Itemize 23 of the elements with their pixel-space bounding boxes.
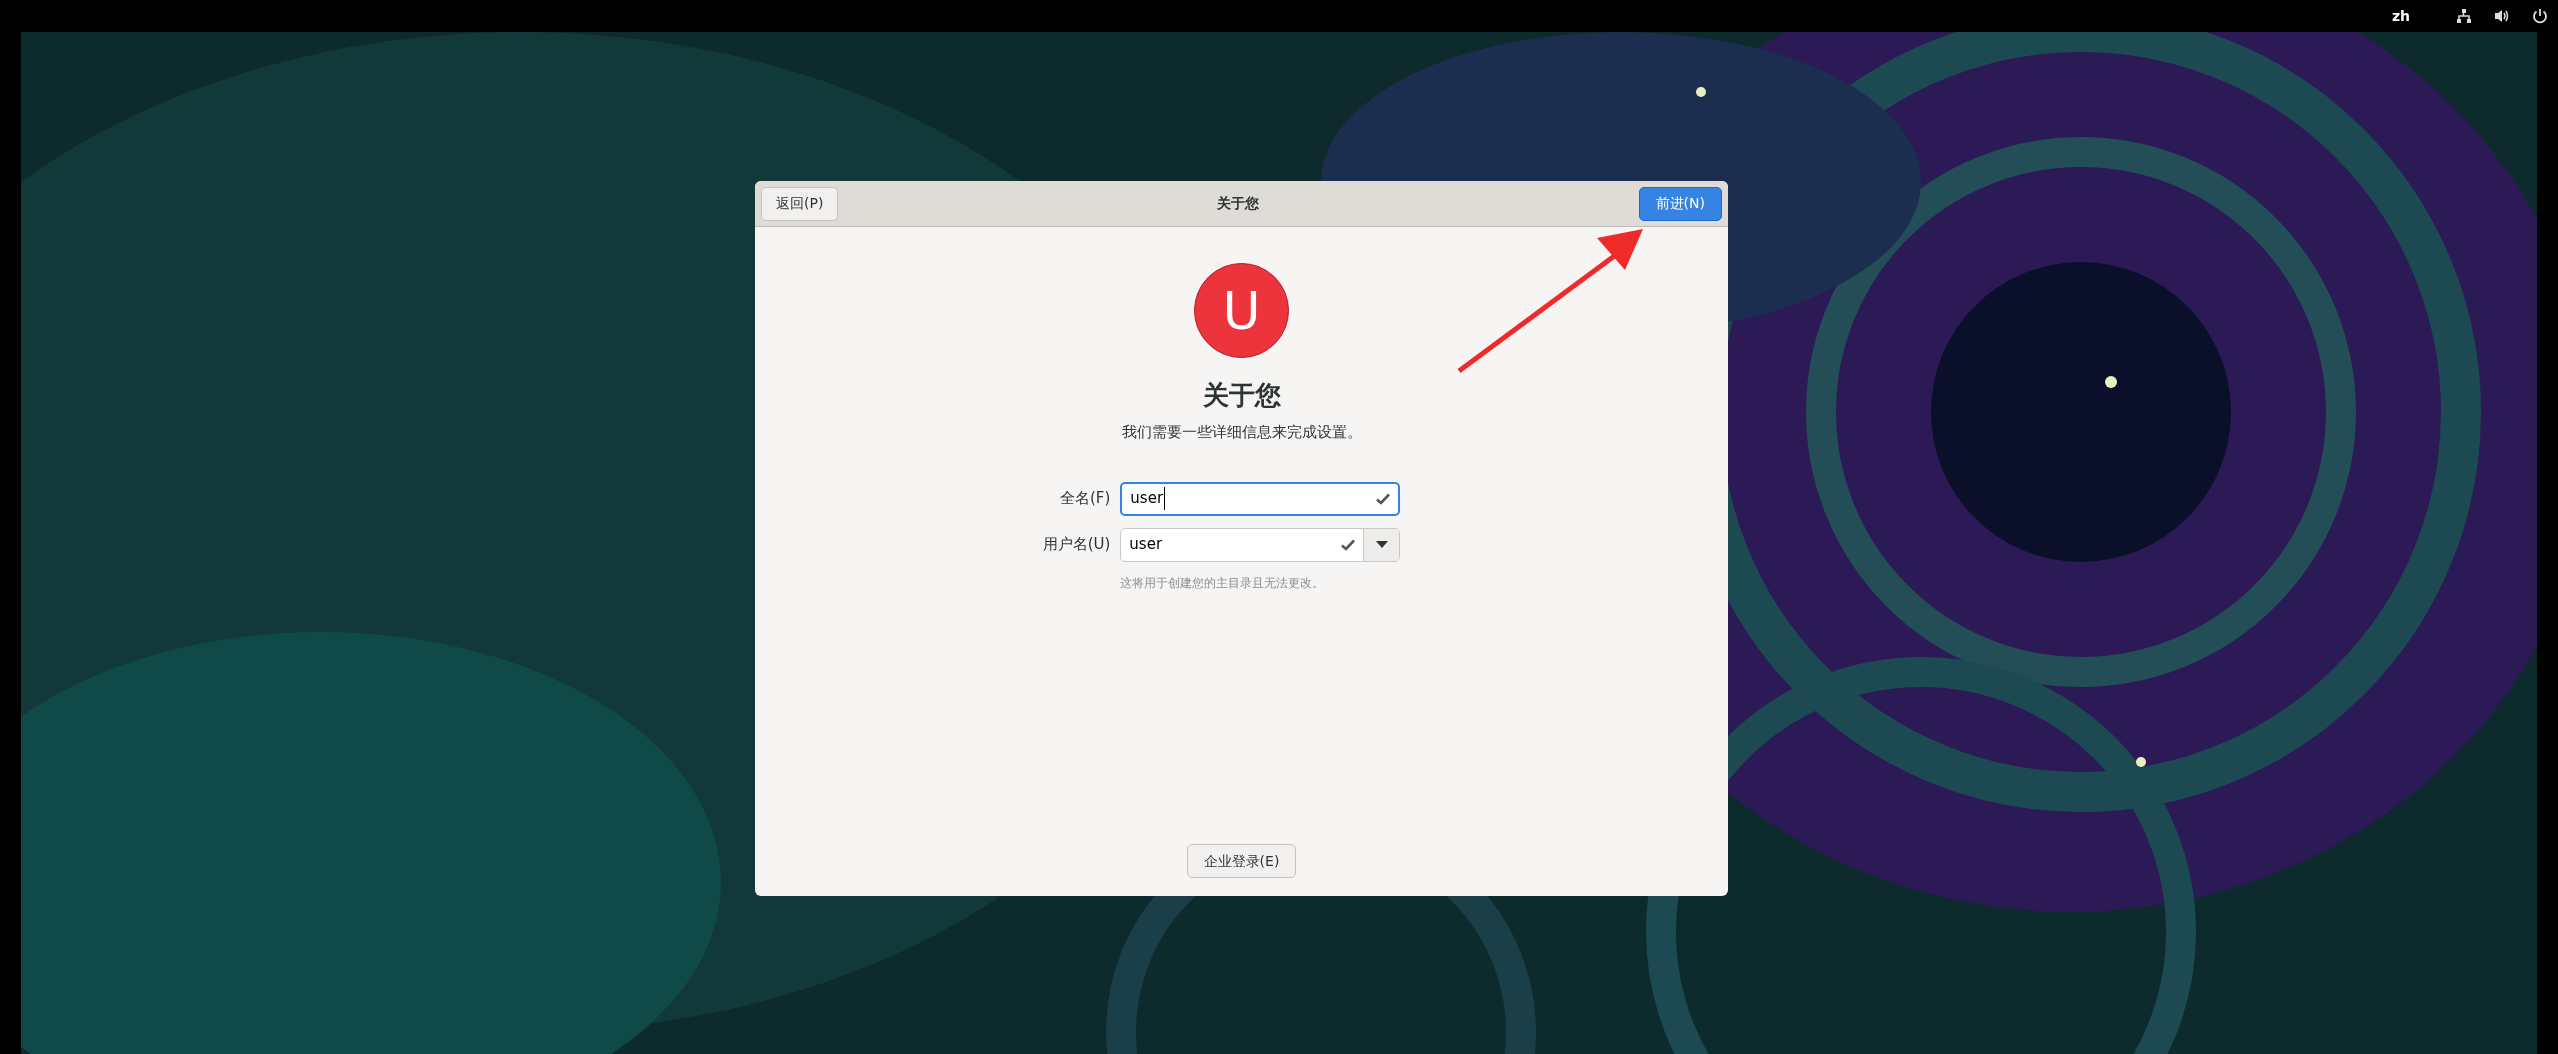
network-icon[interactable] <box>2456 8 2472 24</box>
page-subtitle: 我们需要一些详细信息来完成设置。 <box>1121 422 1362 443</box>
field-hint: 这将用于创建您的主目录且无法更改。 <box>1120 574 1326 592</box>
name-field[interactable]: user <box>1120 481 1401 516</box>
field-label: 全名(F) <box>1059 488 1111 510</box>
field-value: user <box>1129 534 1163 556</box>
back-button[interactable]: 返回(P) <box>761 186 839 221</box>
field-label: 用户名(U) <box>1042 534 1111 556</box>
avatar[interactable]: U <box>1194 263 1289 358</box>
page-heading: 关于您 <box>1202 379 1281 412</box>
power-icon[interactable] <box>2532 8 2548 24</box>
window-title: 关于您 <box>1217 194 1260 213</box>
username-field[interactable]: user <box>1121 528 1364 561</box>
checkmark-icon <box>1376 492 1391 505</box>
field-value: user <box>1130 487 1166 510</box>
checkmark-icon <box>1341 538 1356 551</box>
caret-icon <box>1375 541 1388 548</box>
language-indicator[interactable]: zh <box>2391 5 2410 27</box>
username-combo[interactable]: user <box>1120 527 1401 562</box>
enterprise-login-button[interactable]: 企业登录(E) <box>1186 844 1297 878</box>
dropdown-button[interactable] <box>1363 528 1400 561</box>
volume-icon[interactable] <box>2494 8 2510 24</box>
next-button[interactable]: 前进(N) <box>1638 186 1722 221</box>
